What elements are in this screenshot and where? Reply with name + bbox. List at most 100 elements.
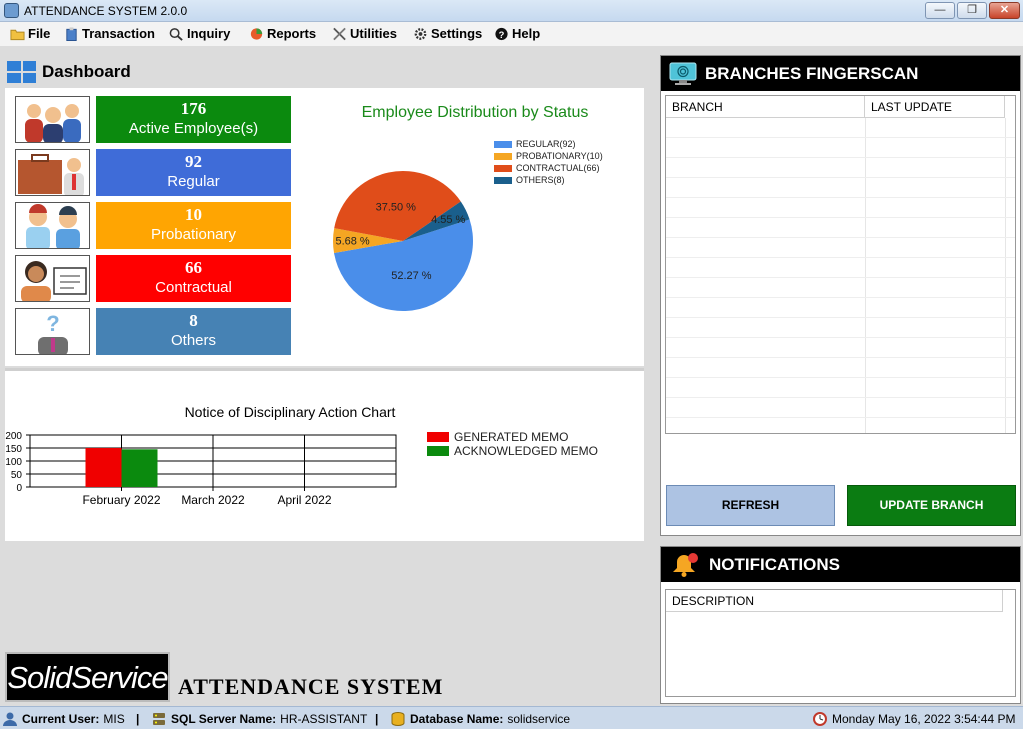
close-button[interactable]: ✕ <box>989 2 1020 19</box>
fingerprint-monitor-icon <box>669 62 697 85</box>
solidservice-logo: SolidService <box>5 652 170 702</box>
chart-icon <box>250 28 263 40</box>
stat-card-regular[interactable]: 92 Regular <box>96 149 291 196</box>
y-tick-label: 150 <box>5 444 22 455</box>
stat-label: Others <box>170 332 216 349</box>
bar-legend-item: ACKNOWLEDGED MEMO <box>427 444 598 458</box>
legend-label: PROBATIONARY(10) <box>516 151 603 161</box>
branches-header: BRANCHES FINGERSCAN <box>661 56 1020 91</box>
sql-server-value: HR-ASSISTANT <box>280 712 368 726</box>
menu-settings-label: Settings <box>431 26 483 41</box>
menu-settings[interactable]: Settings <box>413 25 482 43</box>
table-row[interactable] <box>666 298 1015 318</box>
update-branch-button[interactable]: UPDATE BRANCH <box>847 485 1016 526</box>
menu-file-label: File <box>28 26 51 41</box>
datetime-value: Monday May 16, 2022 3:54:44 PM <box>832 712 1016 726</box>
menu-reports[interactable]: Reports <box>249 25 316 43</box>
bar <box>121 449 158 487</box>
pie-legend-item: REGULAR(92) <box>494 138 603 150</box>
menu-utilities[interactable]: Utilities <box>332 25 397 43</box>
y-tick-label: 50 <box>11 470 23 481</box>
table-row[interactable] <box>666 418 1015 433</box>
logo-text: SolidService <box>7 660 168 695</box>
x-tick-label: February 2022 <box>82 493 160 507</box>
stat-card-contractual[interactable]: 66 Contractual <box>96 255 291 302</box>
status-database: Database Name: solidservice <box>390 712 570 726</box>
minimize-button[interactable]: — <box>925 2 955 19</box>
table-row[interactable] <box>666 118 1015 138</box>
stat-value: 66 <box>185 258 202 277</box>
server-icon <box>153 713 165 725</box>
legend-swatch <box>494 164 512 172</box>
legend-swatch <box>494 140 512 148</box>
bar-legend-item: GENERATED MEMO <box>427 430 598 444</box>
pie-legend-item: OTHERS(8) <box>494 174 603 186</box>
branches-title: BRANCHES FINGERSCAN <box>705 63 919 83</box>
table-row[interactable] <box>666 358 1015 378</box>
menu-help-label: Help <box>512 26 541 41</box>
table-row[interactable] <box>666 258 1015 278</box>
help-icon: ? <box>495 27 508 41</box>
menu-transaction[interactable]: Transaction <box>64 25 155 43</box>
bar <box>85 448 122 487</box>
notifications-header: NOTIFICATIONS <box>661 547 1020 582</box>
tools-icon <box>333 27 346 41</box>
database-value: solidservice <box>507 712 571 726</box>
employee-distribution-pie-chart: 52.27 % 5.68 % 37.50 % 4.55 % <box>333 170 473 311</box>
search-icon <box>169 28 183 41</box>
branches-table[interactable]: BRANCH LAST UPDATE <box>665 95 1016 434</box>
pie-chart-legend: REGULAR(92) PROBATIONARY(10) CONTRACTUAL(6… <box>494 138 603 186</box>
database-label: Database Name: <box>410 712 504 726</box>
stat-value: 10 <box>185 205 202 224</box>
x-tick-label: April 2022 <box>277 493 331 507</box>
column-header-description[interactable]: DESCRIPTION <box>666 590 1003 612</box>
legend-swatch <box>494 176 512 184</box>
legend-label: GENERATED MEMO <box>454 430 569 444</box>
pie-slice-label: 37.50 % <box>376 202 417 214</box>
table-row[interactable] <box>666 178 1015 198</box>
current-user-value: MIS <box>103 712 125 726</box>
notifications-title: NOTIFICATIONS <box>709 554 840 574</box>
briefcase-employee-icon <box>15 149 90 196</box>
notifications-table[interactable]: DESCRIPTION <box>665 589 1016 697</box>
folder-icon <box>10 29 25 41</box>
stat-card-active[interactable]: 176 Active Employee(s) <box>96 96 291 143</box>
y-tick-label: 100 <box>5 457 22 468</box>
table-row[interactable] <box>666 398 1015 418</box>
pie-slice-label: 5.68 % <box>335 236 369 248</box>
stat-value: 92 <box>185 152 202 171</box>
status-current-user: Current User: MIS <box>2 712 125 726</box>
table-row[interactable] <box>666 278 1015 298</box>
stat-value: 176 <box>180 99 207 118</box>
menu-utilities-label: Utilities <box>350 26 397 41</box>
pie-legend-item: PROBATIONARY(10) <box>494 150 603 162</box>
table-row[interactable] <box>666 218 1015 238</box>
refresh-button[interactable]: REFRESH <box>666 485 835 526</box>
dashboard-header: Dashboard <box>7 61 131 83</box>
table-row[interactable] <box>666 238 1015 258</box>
stat-card-probationary[interactable]: 10 Probationary <box>96 202 291 249</box>
status-sql-server: SQL Server Name: HR-ASSISTANT <box>151 712 367 726</box>
stat-card-others[interactable]: 8 Others <box>96 308 291 355</box>
bar-chart-legend: GENERATED MEMO ACKNOWLEDGED MEMO <box>427 430 598 458</box>
table-row[interactable] <box>666 138 1015 158</box>
column-header-branch[interactable]: BRANCH <box>666 96 865 118</box>
table-row[interactable] <box>666 198 1015 218</box>
menu-help[interactable]: ? Help <box>494 25 540 43</box>
legend-label: OTHERS(8) <box>516 175 565 185</box>
table-row[interactable] <box>666 158 1015 178</box>
table-row[interactable] <box>666 338 1015 358</box>
table-row[interactable] <box>666 378 1015 398</box>
window-title: ATTENDANCE SYSTEM 2.0.0 <box>24 4 188 18</box>
pie-slice-label: 4.55 % <box>431 214 465 226</box>
table-row[interactable] <box>666 318 1015 338</box>
bar-chart-title: Notice of Disciplinary Action Chart <box>184 404 396 420</box>
menu-file[interactable]: File <box>10 25 50 43</box>
column-header-last-update[interactable]: LAST UPDATE <box>865 96 1005 118</box>
menu-inquiry[interactable]: Inquiry <box>169 25 230 43</box>
maximize-button[interactable]: ❐ <box>957 2 987 19</box>
status-datetime: Monday May 16, 2022 3:54:44 PM <box>812 712 1015 726</box>
legend-label: ACKNOWLEDGED MEMO <box>454 444 599 458</box>
user-icon <box>3 712 17 726</box>
y-tick-label: 0 <box>16 483 22 494</box>
